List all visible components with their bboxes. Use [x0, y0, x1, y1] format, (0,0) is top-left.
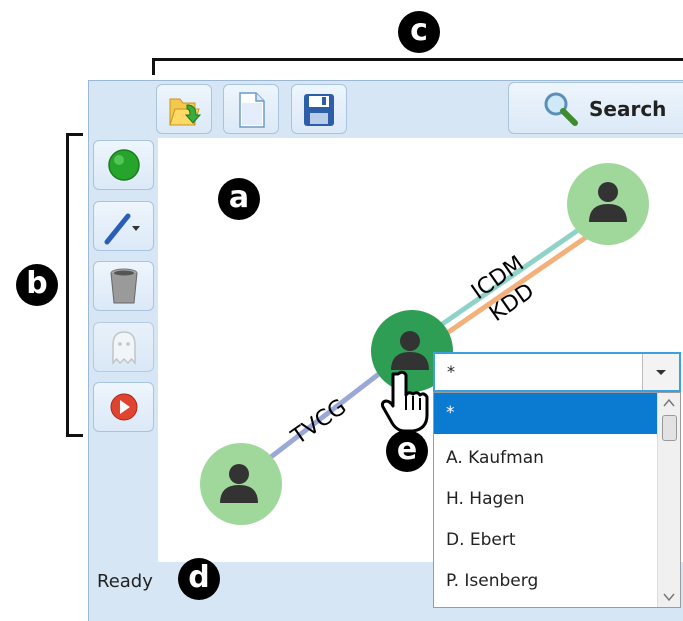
- scrollbar-thumb[interactable]: [662, 415, 677, 441]
- author-dropdown-list: * A. Kaufman H. Hagen D. Ebert P. Isenbe…: [433, 392, 681, 608]
- combobox-value: *: [447, 362, 455, 381]
- scroll-down-icon[interactable]: [658, 587, 680, 607]
- annotation-e: e: [386, 430, 428, 472]
- dropdown-option[interactable]: A. Kaufman: [434, 438, 658, 479]
- dropdown-option[interactable]: D. Ebert: [434, 520, 658, 561]
- annotation-d: d: [178, 558, 220, 600]
- hand-cursor-icon: [380, 370, 429, 433]
- status-text: Ready: [97, 571, 153, 592]
- annotation-a: a: [218, 178, 260, 220]
- edge-label-tvcg: TVCG: [286, 395, 351, 451]
- dropdown-option[interactable]: *: [434, 393, 658, 434]
- dropdown-scrollbar[interactable]: [657, 393, 680, 607]
- scroll-up-icon[interactable]: [658, 393, 680, 413]
- graph-node-top[interactable]: [567, 163, 649, 245]
- author-combobox[interactable]: *: [433, 352, 681, 392]
- combobox-arrow-button[interactable]: [642, 354, 679, 390]
- dropdown-option[interactable]: H. Hagen: [434, 479, 658, 520]
- chevron-down-icon: [656, 370, 666, 375]
- graph-node-bottom[interactable]: [200, 443, 282, 525]
- dropdown-option[interactable]: P. Isenberg: [434, 561, 658, 602]
